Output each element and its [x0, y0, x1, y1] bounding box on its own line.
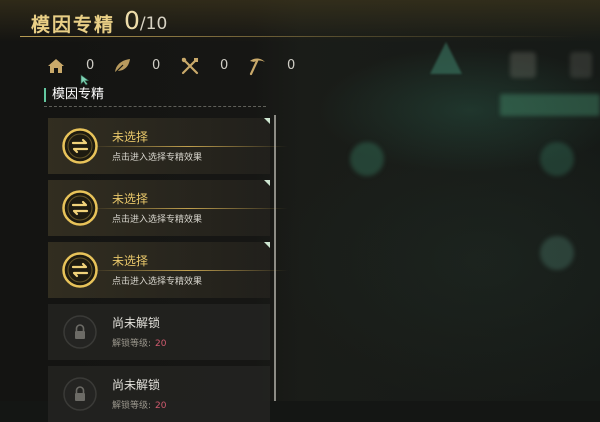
specialization-slot-2[interactable]: 未选择 点击进入选择专精效果 [48, 180, 288, 236]
slot-shine [88, 208, 288, 209]
section-title: 模因专精 [44, 88, 104, 102]
swap-icon [62, 128, 98, 164]
unlock-level-value: 20 [155, 401, 167, 411]
unlock-level-value: 20 [155, 339, 167, 349]
swap-icon [62, 252, 98, 288]
bg-node-2 [540, 142, 574, 176]
slot-2-label: 未选择 [112, 192, 149, 206]
stat-pickaxe: 0 [247, 55, 295, 77]
slot-1-description: 点击进入选择专精效果 [112, 153, 203, 163]
bg-emblem-2 [510, 52, 536, 78]
slot-corner-marker [264, 242, 270, 248]
slot-1-label: 未选择 [112, 130, 149, 144]
cursor-icon [80, 74, 90, 86]
count-max: /10 [139, 14, 168, 34]
specialization-count: 0/10 [124, 6, 167, 35]
stat-house-value: 0 [86, 58, 95, 73]
slot-corner-marker [264, 180, 270, 186]
slot-5-label: 尚未解锁 [112, 378, 161, 392]
section-divider [44, 106, 266, 107]
stat-leaf-value: 0 [152, 58, 161, 73]
slot-4-unlock-requirement: 解锁等级: 20 [112, 336, 167, 349]
bg-emblem-1 [430, 42, 462, 74]
tools-icon [181, 57, 199, 75]
bg-glow-bar [500, 94, 600, 116]
bg-emblem-3 [570, 52, 592, 78]
count-current: 0 [124, 6, 140, 35]
slot-shine [88, 146, 288, 147]
unlock-level-label: 解锁等级: [112, 401, 152, 411]
bg-node-3 [540, 236, 574, 270]
slot-3-description: 点击进入选择专精效果 [112, 277, 203, 287]
stat-pickaxe-value: 0 [287, 58, 296, 73]
pickaxe-icon [249, 58, 265, 76]
stat-tools: 0 [180, 55, 228, 77]
specialization-slot-3[interactable]: 未选择 点击进入选择专精效果 [48, 242, 288, 298]
slot-5-unlock-requirement: 解锁等级: 20 [112, 398, 167, 411]
slot-3-label: 未选择 [112, 254, 149, 268]
unlock-level-label: 解锁等级: [112, 339, 152, 349]
bg-node-1 [350, 142, 384, 176]
swap-icon [62, 190, 98, 226]
slot-shine [88, 270, 288, 271]
specialization-slot-4[interactable]: 尚未解锁 解锁等级: 20 [48, 304, 270, 360]
house-icon [48, 59, 64, 73]
specialization-slot-1[interactable]: 未选择 点击进入选择专精效果 [48, 118, 288, 174]
page-title: 模因专精 [31, 14, 116, 36]
specialization-slot-5[interactable]: 尚未解锁 解锁等级: 20 [48, 366, 270, 422]
slot-2-description: 点击进入选择专精效果 [112, 215, 203, 225]
stat-tools-value: 0 [220, 58, 229, 73]
stat-leaf: 0 [112, 55, 160, 77]
lock-icon [63, 377, 97, 411]
slot-4-label: 尚未解锁 [112, 316, 161, 330]
stat-house: 0 [46, 55, 94, 77]
leaf-icon [114, 59, 130, 74]
slot-corner-marker [264, 118, 270, 124]
list-scrollbar[interactable] [274, 115, 276, 401]
lock-icon [63, 315, 97, 349]
